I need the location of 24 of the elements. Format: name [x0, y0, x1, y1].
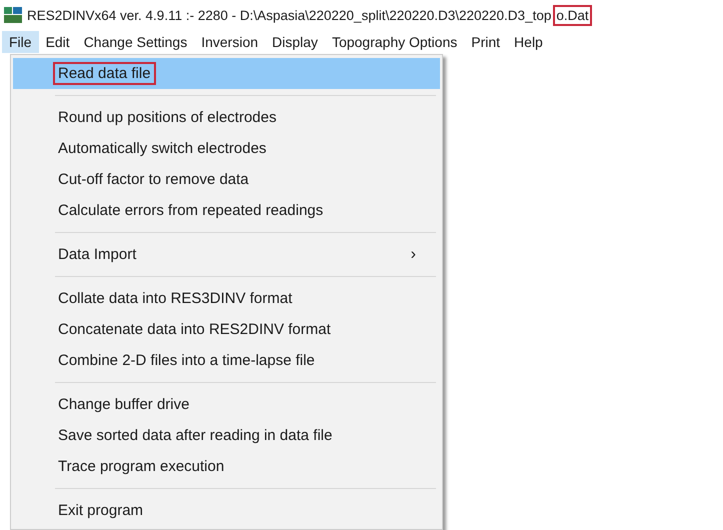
menu-item[interactable]: Read data file [13, 58, 440, 89]
menu-bar-item[interactable]: Topography Options [324, 31, 464, 53]
menu-bar-item[interactable]: Help [507, 31, 550, 53]
menu-item[interactable]: Trace program execution [13, 451, 440, 482]
menu-item[interactable]: Automatically switch electrodes [13, 133, 440, 164]
menu-item[interactable]: Data Import › [13, 239, 440, 270]
menu-bar-item[interactable]: Inversion [194, 31, 266, 53]
menu-bar-item[interactable]: Change Settings [76, 31, 194, 53]
menu-item[interactable]: Calculate errors from repeated readings [13, 195, 440, 226]
menu-item[interactable]: Concatenate data into RES2DINV format [13, 314, 440, 345]
menu-item[interactable]: Round up positions of electrodes [13, 102, 440, 133]
menu-item[interactable]: Exit program [13, 495, 440, 526]
app-icon [4, 7, 22, 23]
menu-item[interactable]: Change buffer drive [13, 389, 440, 420]
window-title: RES2DINVx64 ver. 4.9.11 :- 2280 - D:\Aspasia\220220_split\220220.D3\220220.D3_top o.Dat [27, 8, 592, 22]
menu-bar-item[interactable]: Print [464, 31, 508, 53]
menu-item[interactable]: Collate data into RES3DINV format [13, 283, 440, 314]
submenu-arrow: › [410, 246, 416, 264]
menu-bar-item[interactable]: File [2, 31, 39, 53]
menu-item[interactable]: Cut-off factor to remove data [13, 164, 440, 195]
menu-bar-item[interactable]: Edit [38, 31, 77, 53]
menu-item[interactable]: Combine 2-D files into a time-lapse file [13, 345, 440, 376]
menu-item[interactable]: Save sorted data after reading in data file [13, 420, 440, 451]
menu-bar-item[interactable]: Display [265, 31, 325, 53]
